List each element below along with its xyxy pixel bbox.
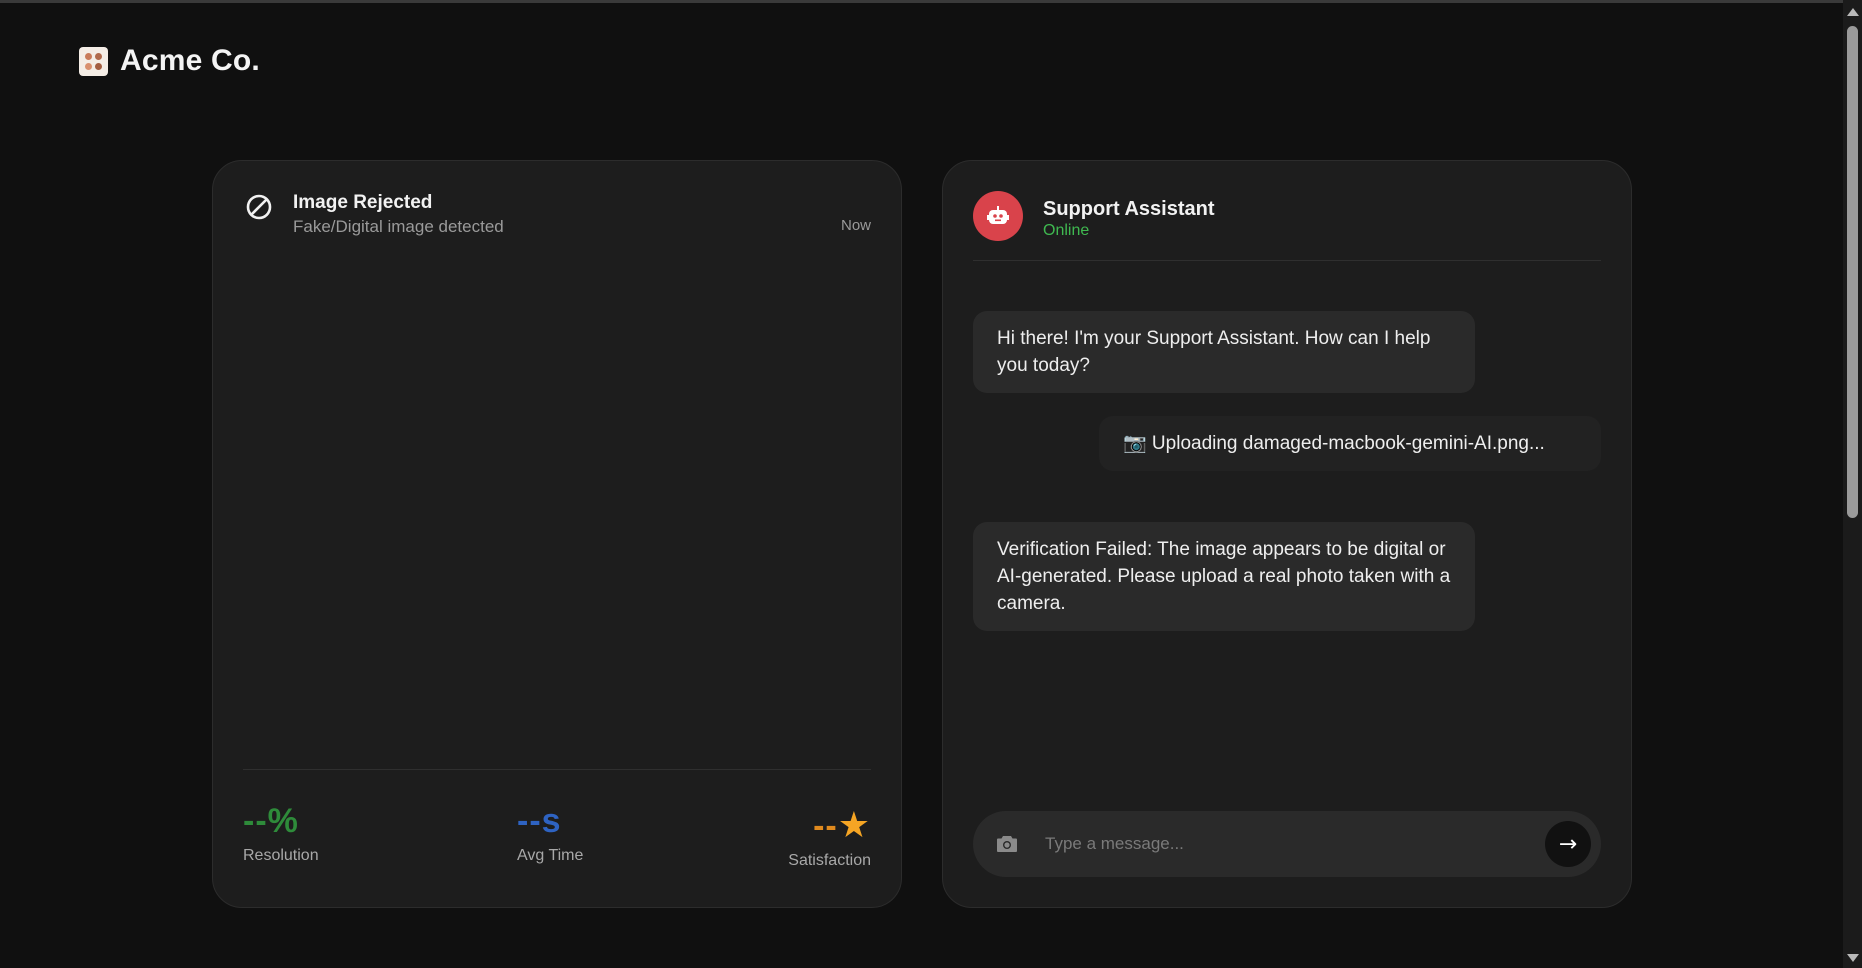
resolution-value: --%	[243, 802, 299, 840]
message-composer: →	[973, 811, 1601, 877]
user-message: 📷 Uploading damaged-macbook-gemini-AI.pn…	[1099, 416, 1601, 471]
scrollbar-thumb[interactable]	[1847, 26, 1858, 518]
assistant-name: Support Assistant	[1043, 198, 1215, 220]
send-button[interactable]: →	[1545, 821, 1591, 867]
avg-time-label: Avg Time	[517, 847, 584, 864]
notification-text: Image Rejected Fake/Digital image detect…	[293, 191, 841, 238]
notification-title: Image Rejected	[293, 192, 433, 213]
bot-message: Verification Failed: The image appears t…	[973, 522, 1475, 631]
chat-header: Support Assistant Online	[973, 191, 1601, 261]
scroll-up-arrow-icon[interactable]	[1847, 8, 1859, 16]
stat-avg-time: --s Avg Time	[517, 801, 583, 865]
star-icon: ★	[837, 804, 871, 845]
satisfaction-label: Satisfaction	[788, 852, 871, 869]
window-top-border	[0, 0, 1843, 3]
satisfaction-value: --★	[788, 805, 871, 846]
bot-message: Hi there! I'm your Support Assistant. Ho…	[973, 311, 1475, 393]
rejection-notification: Image Rejected Fake/Digital image detect…	[245, 191, 871, 238]
bot-avatar	[973, 191, 1023, 241]
message-input[interactable]	[1043, 824, 1545, 864]
status-panel: Image Rejected Fake/Digital image detect…	[212, 160, 902, 908]
brand[interactable]: Acme Co.	[79, 44, 260, 78]
brand-name: Acme Co.	[120, 44, 260, 77]
assistant-status: Online	[1043, 222, 1090, 239]
page-scrollbar[interactable]	[1843, 0, 1862, 968]
stats-divider	[243, 769, 871, 770]
satisfaction-dashes: --	[813, 807, 838, 845]
avg-time-value: --s	[517, 802, 562, 840]
prohibited-icon	[246, 194, 272, 220]
resolution-label: Resolution	[243, 847, 319, 864]
stat-satisfaction: --★ Satisfaction	[788, 805, 871, 870]
notification-time: Now	[840, 217, 871, 234]
notification-subtitle: Fake/Digital image detected	[293, 217, 504, 236]
assistant-info: Support Assistant Online	[1043, 191, 1215, 241]
camera-upload-button[interactable]	[993, 830, 1021, 858]
camera-icon	[997, 836, 1017, 852]
chat-panel: Support Assistant Online Hi there! I'm y…	[942, 160, 1632, 908]
scroll-down-arrow-icon[interactable]	[1847, 954, 1859, 962]
brand-logo-icon	[79, 46, 108, 76]
stat-resolution: --% Resolution	[243, 801, 319, 865]
robot-icon	[987, 206, 1009, 224]
